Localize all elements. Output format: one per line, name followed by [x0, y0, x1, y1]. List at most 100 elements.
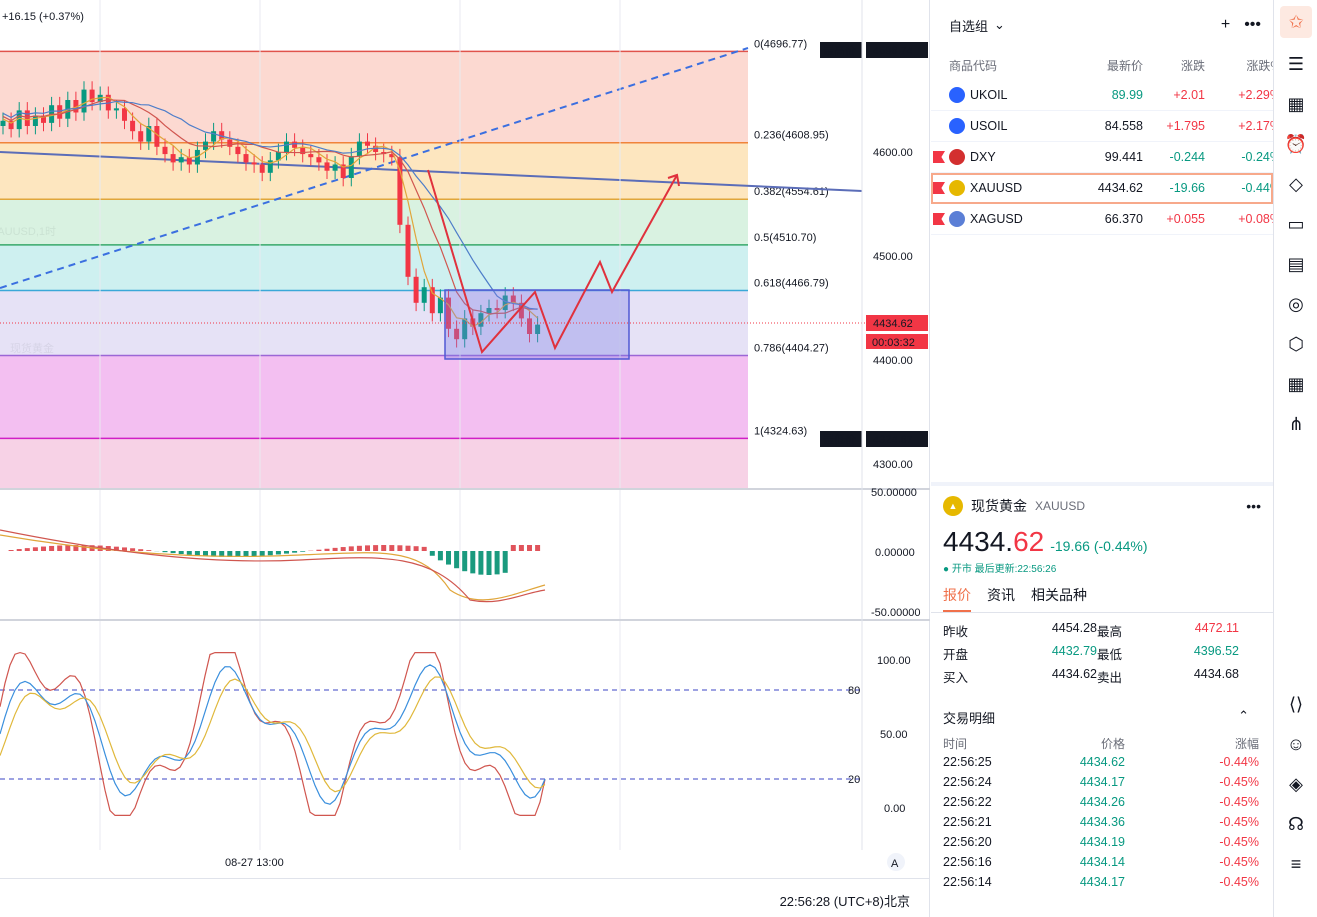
target-icon[interactable]: ◎ — [1274, 284, 1317, 324]
watchlist-columns: 商品代码 最新价 涨跌 涨跌% — [931, 50, 1281, 80]
symbol-label: XAGUSD — [970, 212, 1023, 226]
watchlist-row[interactable]: XAUUSD 4434.62 -19.66 -0.44% — [931, 173, 1281, 204]
candle-body — [122, 108, 127, 121]
trade-price: 4434.14 — [1079, 855, 1125, 869]
flag-icon[interactable] — [933, 182, 945, 194]
watermark-symbol: XAUUSD,1时 — [0, 225, 56, 238]
symbol-icon — [949, 149, 965, 165]
macd-bar — [8, 550, 14, 551]
robot-icon[interactable]: ☺ — [1274, 724, 1317, 764]
menu-icon[interactable]: ≡ — [1274, 844, 1317, 884]
fib-zone — [0, 244, 748, 291]
trade-time: 22:56:24 — [943, 775, 992, 789]
macd-bar — [381, 545, 387, 551]
candle-body — [413, 276, 419, 303]
trade-price: 4434.62 — [1079, 755, 1125, 769]
change-pct: +2.17% — [1238, 119, 1281, 133]
code-icon[interactable]: ⟨⟩ — [1274, 684, 1317, 724]
macd-bar — [300, 551, 306, 552]
support-icon[interactable]: ☊ — [1274, 804, 1317, 844]
tab-0[interactable]: 报价 — [943, 585, 971, 612]
macd-bar — [162, 551, 168, 553]
trade-row: 22:56:24 4434.17 -0.45% — [931, 772, 1273, 792]
change-pct: -0.24% — [1241, 150, 1281, 164]
grid-icon[interactable]: ▦ — [1274, 364, 1317, 404]
quote-value: 4432.79 — [1051, 644, 1097, 658]
video-icon[interactable]: ▭ — [1274, 204, 1317, 244]
add-icon[interactable]: + — [1221, 16, 1230, 34]
macd-bar — [49, 545, 55, 551]
price-axis-label: 4400.00 — [873, 355, 913, 367]
candle-body — [308, 154, 314, 158]
fib-zone — [0, 355, 748, 439]
fib-zone — [0, 438, 748, 488]
trade-pct: -0.45% — [1219, 875, 1259, 889]
stoch-d — [0, 676, 546, 793]
macd-bar — [348, 546, 354, 551]
fib-label: 0.618(4466.79) — [754, 278, 829, 290]
watchlist-row[interactable]: UKOIL 89.99 +2.01 +2.29% — [931, 80, 1281, 111]
macd-bar — [478, 551, 484, 575]
column-header[interactable]: 商品代码 — [949, 57, 1079, 74]
symbol-label: DXY — [970, 150, 996, 164]
flag-icon[interactable] — [933, 213, 945, 225]
candle-body — [81, 89, 87, 113]
watchlist-selector[interactable]: 自选组 ⌄ — [949, 16, 1005, 35]
candle-body — [32, 115, 38, 126]
symbol-icon — [949, 180, 965, 196]
change-text: +16.15 (+0.37%) — [2, 11, 84, 23]
symbol-icon — [949, 211, 965, 227]
macd-bar — [194, 551, 200, 556]
layers-icon[interactable]: ◇ — [1274, 164, 1317, 204]
candle-body — [57, 105, 63, 119]
chart-canvas[interactable]: 0(4696.77)0.236(4608.95)0.382(4554.61)0.… — [0, 0, 930, 917]
macd-axis-label: 0.00000 — [875, 547, 915, 559]
trade-row: 22:56:20 4434.19 -0.45% — [931, 832, 1273, 852]
change: +0.055 — [1166, 212, 1205, 226]
handshake-icon[interactable]: ◈ — [1274, 764, 1317, 804]
candle-body — [243, 154, 249, 163]
education-icon[interactable]: ⬡ — [1274, 324, 1317, 364]
macd-bar — [332, 547, 338, 551]
last-price-tag-value: 4434.62 — [873, 318, 913, 330]
macd-bar — [365, 545, 370, 551]
tab-1[interactable]: 资讯 — [987, 585, 1015, 605]
stoch-axis-label: 0.00 — [884, 803, 905, 815]
alert-icon[interactable]: ⏰ — [1274, 124, 1317, 164]
chart-bg — [0, 0, 748, 52]
calendar-icon[interactable]: ▦ — [1274, 84, 1317, 124]
more-icon[interactable]: ••• — [1246, 498, 1261, 514]
macd-bar — [130, 548, 136, 551]
symbol-label: USOIL — [970, 119, 1008, 133]
high-tag-label: 最高价 — [823, 43, 856, 57]
detail-tabs: 报价 资讯 相关品种 — [931, 585, 1273, 613]
candle-body — [356, 141, 362, 157]
chart-area[interactable]: 0(4696.77) 0.236(4608.95) 0.382(4554.61) 0.… — [0, 0, 930, 917]
stoch-axis-label: 50.00 — [880, 729, 908, 741]
column-header[interactable]: 涨跌% — [1205, 57, 1281, 74]
news-icon[interactable]: ☰ — [1274, 44, 1317, 84]
macd-axis-label: 50.00000 — [871, 487, 917, 499]
more-icon[interactable]: ••• — [1244, 16, 1261, 34]
watchlist-title: 自选组 — [949, 18, 989, 34]
trade-pct: -0.45% — [1219, 775, 1259, 789]
network-icon[interactable]: ⋔ — [1274, 404, 1317, 444]
macd-bar — [518, 545, 524, 551]
chevron-up-icon[interactable]: ⌃ — [1238, 708, 1249, 727]
quote-value: 4454.28 — [1051, 621, 1097, 635]
watchlist-row[interactable]: XAGUSD 66.370 +0.055 +0.08% — [931, 204, 1281, 235]
macd-bar — [267, 551, 273, 556]
column-header[interactable]: 涨跌 — [1143, 57, 1205, 74]
watchlist-icon[interactable]: ✩ — [1280, 6, 1312, 38]
watchlist-row[interactable]: DXY 99.441 -0.244 -0.24% — [931, 142, 1281, 173]
column-header[interactable]: 最新价 — [1079, 57, 1143, 74]
chat-icon[interactable]: ▤ — [1274, 244, 1317, 284]
candle-body — [130, 120, 136, 132]
trades-column: 涨幅 — [1234, 737, 1259, 751]
flag-icon[interactable] — [933, 151, 945, 163]
candle-body — [429, 287, 435, 314]
watchlist-row[interactable]: USOIL 84.558 +1.795 +2.17% — [931, 111, 1281, 142]
tab-2[interactable]: 相关品种 — [1031, 585, 1087, 605]
price-axis-label: 4600.00 — [873, 147, 913, 159]
trade-time: 22:56:22 — [943, 795, 992, 809]
